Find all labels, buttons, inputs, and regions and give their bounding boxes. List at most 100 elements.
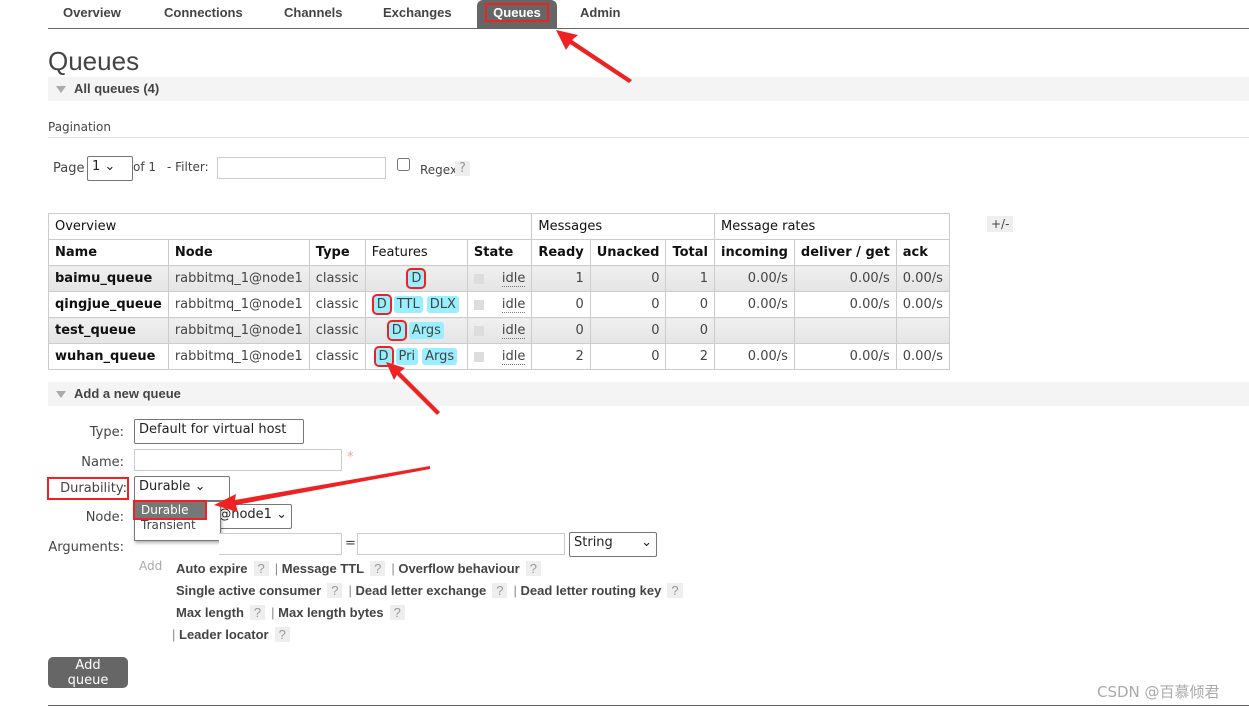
page-select[interactable]: 1 ⌄: [87, 156, 133, 181]
tab-connections[interactable]: Connections: [164, 0, 243, 28]
node-label: Node:: [85, 510, 124, 525]
column-header[interactable]: incoming: [713, 239, 795, 266]
argument-shortcut-link[interactable]: Message TTL: [282, 561, 364, 576]
column-header[interactable]: ack: [895, 239, 950, 266]
group-overview: Overview: [47, 213, 533, 240]
column-header[interactable]: Node: [167, 239, 310, 266]
add-argument-link[interactable]: Add: [139, 559, 162, 573]
name-label: Name:: [81, 455, 124, 470]
page-title: Queues: [48, 46, 140, 76]
argument-shortcut-link[interactable]: Auto expire: [176, 561, 248, 576]
type-value: Default for virtual host: [139, 422, 287, 437]
durability-value: Durable: [139, 479, 191, 494]
argument-key-input[interactable]: [219, 533, 342, 555]
incoming-cell: 0.00/s: [713, 265, 795, 292]
column-header[interactable]: Unacked: [589, 239, 667, 266]
option-transient[interactable]: Transient: [135, 518, 220, 532]
tab-admin[interactable]: Admin: [580, 0, 620, 28]
columns-toggle[interactable]: +/-: [987, 216, 1014, 232]
feature-badge: Args: [408, 322, 444, 339]
page-label: Page: [53, 161, 85, 176]
argument-shortcut-link[interactable]: Max length bytes: [278, 605, 383, 620]
help-icon[interactable]: ?: [274, 627, 290, 642]
feature-badge: D: [373, 346, 394, 367]
tab-exchanges[interactable]: Exchanges: [383, 0, 452, 28]
name-input[interactable]: [134, 449, 342, 471]
tab-queues[interactable]: Queues: [477, 0, 557, 28]
all-queues-toggle[interactable]: All queues (4): [48, 77, 1249, 101]
type-cell: classic: [308, 343, 366, 370]
argument-shortcut-link[interactable]: Leader locator: [179, 627, 269, 642]
group-messages: Messages: [531, 213, 715, 240]
queue-name-link[interactable]: qingjue_queue: [48, 291, 169, 318]
argument-shortcut-link[interactable]: Overflow behaviour: [398, 561, 519, 576]
regex-checkbox[interactable]: [397, 158, 410, 171]
incoming-cell: 0.00/s: [713, 291, 795, 318]
column-header[interactable]: Type: [308, 239, 366, 266]
help-icon[interactable]: ?: [370, 561, 386, 576]
pagination-label: Pagination: [48, 120, 1249, 138]
type-label: Type:: [89, 425, 124, 440]
help-icon[interactable]: ?: [249, 605, 266, 620]
state-cell: idle: [466, 317, 533, 344]
durability-select[interactable]: Durable ⌄: [134, 476, 230, 501]
regex-help[interactable]: ?: [455, 161, 470, 176]
argument-shortcut-link[interactable]: Single active consumer: [176, 583, 321, 598]
argument-value-input[interactable]: [357, 533, 565, 555]
argument-shortcut-link[interactable]: Max length: [176, 605, 244, 620]
type-select[interactable]: Default for virtual host ⌄: [134, 419, 304, 457]
column-header[interactable]: Name: [48, 239, 169, 266]
queue-name-link[interactable]: baimu_queue: [48, 265, 169, 292]
incoming-cell: 0.00/s: [713, 343, 795, 370]
regex-label: Regex: [420, 163, 458, 177]
table-row[interactable]: test_queue rabbitmq_1@node1 classic D Args id…: [48, 317, 950, 344]
durability-label: Durability:: [47, 477, 129, 500]
deliver-cell: 0.00/s: [793, 265, 897, 292]
table-row[interactable]: wuhan_queue rabbitmq_1@node1 classic D Pri Ar…: [48, 343, 950, 370]
table-row[interactable]: qingjue_queue rabbitmq_1@node1 classic D TTL…: [48, 291, 950, 318]
group-message-rates: Message rates: [713, 213, 950, 240]
argument-type-select[interactable]: String ⌄: [569, 532, 657, 557]
add-queue-button[interactable]: Add queue: [48, 657, 128, 688]
state-indicator-icon: [473, 325, 484, 336]
equals-sign: =: [345, 536, 356, 551]
argument-shortcuts-row: Single active consumer? | Dead letter exc…: [176, 583, 689, 598]
tab-channels[interactable]: Channels: [284, 0, 343, 28]
tab-overview[interactable]: Overview: [63, 0, 121, 28]
section-title: Add a new queue: [74, 386, 181, 401]
page-value: 1: [92, 159, 101, 174]
node-cell: rabbitmq_1@node1: [167, 291, 310, 318]
total-cell: 1: [665, 265, 715, 292]
option-durable[interactable]: Durable: [133, 500, 207, 520]
argument-shortcuts-row: Max length? | Max length bytes?: [176, 605, 411, 620]
type-cell: classic: [308, 291, 366, 318]
node-cell: rabbitmq_1@node1: [167, 265, 310, 292]
features-cell: D Args: [364, 317, 468, 344]
add-queue-toggle[interactable]: Add a new queue: [48, 382, 1249, 406]
feature-badge: D: [406, 268, 427, 289]
column-header[interactable]: State: [466, 239, 533, 266]
column-header[interactable]: Total: [665, 239, 715, 266]
type-cell: classic: [308, 317, 366, 344]
argument-shortcut-link[interactable]: Dead letter routing key: [520, 583, 661, 598]
argument-shortcut-link[interactable]: Dead letter exchange: [355, 583, 486, 598]
queue-name-link[interactable]: test_queue: [48, 317, 169, 344]
collapse-triangle-icon: [56, 391, 66, 399]
column-header[interactable]: Ready: [531, 239, 591, 266]
filter-input[interactable]: [217, 157, 386, 179]
column-header[interactable]: deliver / get: [793, 239, 897, 266]
footer-divider: [48, 705, 1249, 706]
help-icon[interactable]: ?: [389, 605, 405, 620]
argument-shortcuts-row: | Leader locator?: [172, 627, 296, 642]
collapse-triangle-icon: [56, 86, 66, 94]
column-header[interactable]: Features: [364, 239, 468, 266]
separator: |: [274, 561, 282, 576]
help-icon[interactable]: ?: [667, 583, 683, 598]
table-row[interactable]: baimu_queue rabbitmq_1@node1 classic Didle 1…: [48, 265, 950, 292]
help-icon[interactable]: ?: [253, 561, 269, 576]
durability-dropdown: Durable Transient: [133, 500, 221, 541]
help-icon[interactable]: ?: [525, 561, 541, 576]
queue-name-link[interactable]: wuhan_queue: [48, 343, 169, 370]
help-icon[interactable]: ?: [492, 583, 508, 598]
help-icon[interactable]: ?: [327, 583, 343, 598]
